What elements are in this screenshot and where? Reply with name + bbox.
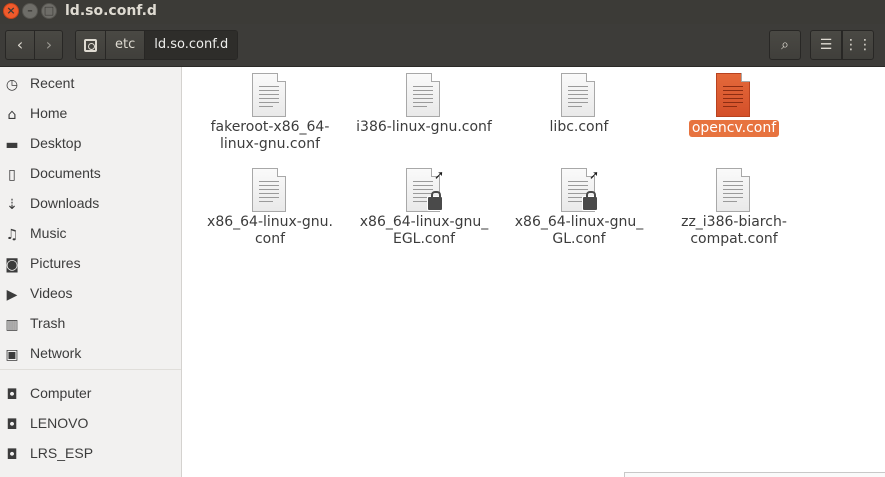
search-icon: ⌕ [781,37,789,53]
file-item[interactable]: i386-linux-gnu.conf [347,67,501,136]
text-file-icon [561,73,597,117]
list-icon: ☰ [819,37,833,53]
network-icon: ▣ [5,347,19,363]
sidebar-item-lrs-esp[interactable]: ◘ LRS_ESP [0,441,181,469]
sidebar-item-desktop[interactable]: ▬ Desktop [0,131,181,159]
file-name: zz_i386-biarch-compat.conf [681,214,787,247]
file-view: fakeroot-x86_64- linux-gnu.conf i386-linu… [187,67,885,477]
sidebar-item-label: Computer [30,385,92,401]
file-name: fakeroot-x86_64- linux-gnu.conf [210,119,330,152]
sidebar-item-computer[interactable]: ◘ Computer [0,381,181,409]
title-bar: × – □ ld.so.conf.d [0,0,885,24]
text-file-icon [406,73,442,117]
breadcrumb-ld-so-conf-d[interactable]: ld.so.conf.d [145,31,238,59]
sidebar-item-label: Documents [30,165,101,181]
document-icon: ▯ [8,167,16,183]
sidebar-separator [0,369,181,370]
sidebar-item-label: Pictures [30,255,81,271]
file-item[interactable]: x86_64-linux-gnu. conf [193,162,347,248]
symlink-file-icon: ➚ [561,168,599,212]
file-item[interactable]: ➚ x86_64-linux-gnu_ GL.conf [502,162,656,248]
sidebar-item-label: Music [30,225,67,241]
file-name: opencv.conf [688,120,780,137]
grid-view-button[interactable]: ⋮⋮ [842,30,874,60]
sidebar-item-label: Videos [30,285,73,301]
chevron-right-icon: › [45,35,53,54]
forward-button[interactable]: › [35,31,63,59]
trash-icon: ▥ [5,317,19,333]
clock-icon: ◷ [5,77,19,93]
sidebar-item-downloads[interactable]: ⇣ Downloads [0,191,181,219]
text-file-icon [716,168,752,212]
sidebar-item-documents[interactable]: ▯ Documents [0,161,181,189]
grid-icon: ⋮⋮ [844,37,872,53]
breadcrumb: etc ld.so.conf.d [75,30,239,60]
file-item[interactable]: ➚ x86_64-linux-gnu_ EGL.conf [347,162,501,248]
sidebar-item-label: Downloads [30,195,100,211]
file-item[interactable]: fakeroot-x86_64- linux-gnu.conf [193,67,347,153]
sidebar-item-lenovo[interactable]: ◘ LENOVO [0,411,181,439]
close-window-button[interactable]: × [3,3,19,19]
file-item[interactable]: libc.conf [502,67,656,136]
text-file-icon [252,168,288,212]
chevron-left-icon: ‹ [16,35,24,54]
search-button[interactable]: ⌕ [769,30,801,60]
lock-icon [582,191,598,211]
sidebar-item-label: Home [30,105,68,121]
sidebar-item-label: LENOVO [30,415,89,431]
home-icon: ⌂ [7,107,17,123]
sidebar-item-label: Network [30,345,82,361]
minimize-window-button[interactable]: – [22,3,38,19]
file-item[interactable]: zz_i386-biarch-compat.conf [657,162,811,248]
sidebar-item-label: LRS_ESP [30,445,94,461]
video-icon: ▶ [6,287,18,303]
text-file-icon [716,73,752,117]
sidebar-item-pictures[interactable]: ◙ Pictures [0,251,181,279]
maximize-icon: □ [43,4,55,17]
sidebar-item-label: Recent [30,75,75,91]
file-name: libc.conf [549,119,609,135]
breadcrumb-etc[interactable]: etc [106,31,146,59]
file-name: i386-linux-gnu.conf [356,119,492,135]
file-name: x86_64-linux-gnu_ EGL.conf [359,214,489,247]
download-icon: ⇣ [6,197,18,213]
folder-icon: ▬ [5,137,19,153]
drive-icon: ◘ [6,387,18,403]
minimize-icon: – [27,4,33,17]
sidebar: ◷ Recent ⌂ Home ▬ Desktop ▯ Documents ⇣ Downl… [0,67,182,477]
toolbar: ‹ › etc ld.so.conf.d ⌕ ☰ ⋮⋮ [0,24,885,67]
status-overlay-edge [624,472,885,477]
sidebar-item-home[interactable]: ⌂ Home [0,101,181,129]
sidebar-item-videos[interactable]: ▶ Videos [0,281,181,309]
lock-icon [427,191,443,211]
maximize-window-button[interactable]: □ [41,3,57,19]
drive-icon: ◘ [6,417,18,433]
list-view-button[interactable]: ☰ [810,30,842,60]
drive-icon: ◘ [6,447,18,463]
sidebar-item-trash[interactable]: ▥ Trash [0,311,181,339]
back-button[interactable]: ‹ [6,31,35,59]
window-title: ld.so.conf.d [65,3,157,19]
file-name: x86_64-linux-gnu_ GL.conf [514,214,644,247]
music-icon: ♫ [5,227,19,243]
sidebar-item-recent[interactable]: ◷ Recent [0,71,181,99]
sidebar-item-label: Desktop [30,135,82,151]
link-arrow-icon: ➚ [433,168,445,182]
file-item-selected[interactable]: opencv.conf [657,67,811,137]
breadcrumb-root-drive[interactable] [76,31,106,59]
sidebar-item-label: Trash [30,315,66,331]
camera-icon: ◙ [5,257,19,273]
file-name: x86_64-linux-gnu. conf [207,214,333,247]
drive-icon [84,38,97,52]
symlink-file-icon: ➚ [406,168,444,212]
close-icon: × [6,4,16,17]
sidebar-item-network[interactable]: ▣ Network [0,341,181,369]
sidebar-item-music[interactable]: ♫ Music [0,221,181,249]
link-arrow-icon: ➚ [588,168,600,182]
navigation-group: ‹ › [5,30,63,60]
text-file-icon [252,73,288,117]
